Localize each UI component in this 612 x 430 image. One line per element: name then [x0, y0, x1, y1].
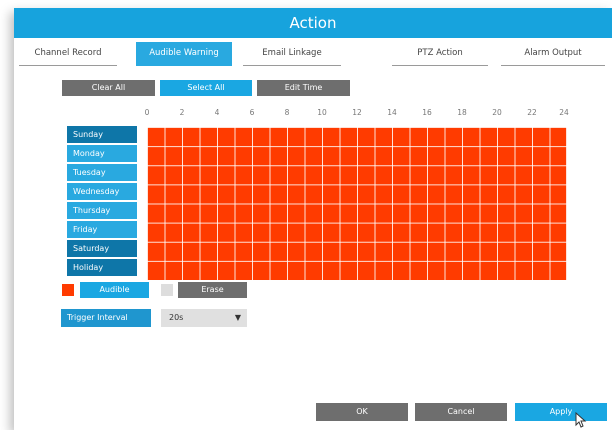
tab-audible-warning[interactable]: Audible Warning [136, 42, 232, 66]
trigger-interval-value: 20s [169, 313, 184, 322]
day-row-holiday[interactable]: Holiday [67, 259, 137, 277]
audible-button[interactable]: Audible [80, 282, 149, 298]
tab-email-linkage[interactable]: Email Linkage [243, 42, 341, 66]
action-dialog: Action Channel Record Audible Warning Em… [14, 8, 612, 430]
apply-button[interactable]: Apply [515, 403, 607, 421]
tab-channel-record[interactable]: Channel Record [19, 42, 117, 66]
mouse-pointer-icon [575, 412, 587, 428]
ok-button[interactable]: OK [316, 403, 408, 421]
hour-label: 18 [457, 108, 467, 117]
hour-label: 12 [352, 108, 362, 117]
audible-color-swatch [62, 284, 74, 296]
cancel-button[interactable]: Cancel [415, 403, 507, 421]
hour-label: 2 [179, 108, 185, 117]
day-row-tuesday[interactable]: Tuesday [67, 164, 137, 182]
schedule-grid[interactable] [147, 127, 567, 280]
hour-axis: 0 2 4 6 8 10 12 14 16 18 20 22 24 [14, 108, 612, 120]
erase-button[interactable]: Erase [178, 282, 247, 298]
tab-bar: Channel Record Audible Warning Email Lin… [14, 42, 612, 66]
hour-label: 10 [317, 108, 327, 117]
hour-label: 16 [422, 108, 432, 117]
hour-label: 14 [387, 108, 397, 117]
day-row-sunday[interactable]: Sunday [67, 126, 137, 144]
tab-alarm-output[interactable]: Alarm Output [501, 42, 605, 66]
hour-label: 4 [214, 108, 220, 117]
tab-ptz-action[interactable]: PTZ Action [392, 42, 488, 66]
hour-label: 0 [144, 108, 150, 117]
hour-label: 24 [559, 108, 569, 117]
edit-time-button[interactable]: Edit Time [257, 80, 350, 96]
dialog-title: Action [14, 8, 612, 38]
hour-label: 8 [284, 108, 290, 117]
day-row-friday[interactable]: Friday [67, 221, 137, 239]
erase-color-swatch [161, 284, 173, 296]
trigger-interval-select[interactable]: 20s ▼ [161, 309, 247, 327]
day-row-saturday[interactable]: Saturday [67, 240, 137, 258]
hour-label: 22 [527, 108, 537, 117]
hour-label: 6 [249, 108, 255, 117]
hour-label: 20 [492, 108, 502, 117]
day-row-monday[interactable]: Monday [67, 145, 137, 163]
dropdown-arrow-icon: ▼ [234, 313, 241, 322]
day-row-wednesday[interactable]: Wednesday [67, 183, 137, 201]
clear-all-button[interactable]: Clear All [62, 80, 155, 96]
select-all-button[interactable]: Select All [160, 80, 252, 96]
day-row-thursday[interactable]: Thursday [67, 202, 137, 220]
trigger-interval-label: Trigger Interval [61, 309, 151, 327]
